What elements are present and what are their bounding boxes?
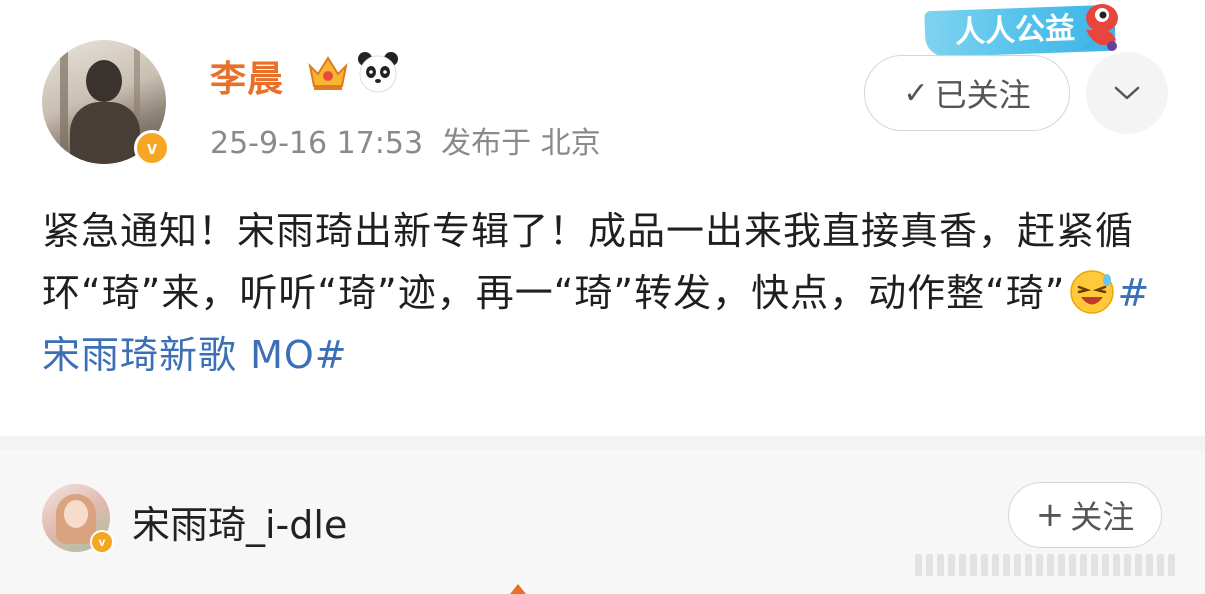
post-text: 紧急通知！宋雨琦出新专辑了！成品一出来我直接真香，赶紧循环“琦”来，听听“琦”迹… <box>42 209 1135 315</box>
follow-button[interactable]: + 关注 <box>1008 482 1162 548</box>
following-button-label: 已关注 <box>934 76 1031 114</box>
plus-icon: + <box>1035 495 1065 535</box>
chevron-down-icon <box>1114 86 1140 100</box>
repost-author-name[interactable]: 宋雨琦_i-dle <box>132 494 347 549</box>
following-button[interactable]: ✓ 已关注 <box>864 55 1070 131</box>
follow-button-label: 关注 <box>1070 498 1135 536</box>
crown-icon <box>308 56 348 90</box>
post-timestamp: 25-9-16 17:53 <box>210 126 424 161</box>
scroll-indicator <box>915 548 1195 582</box>
verified-badge-icon: v <box>134 130 170 166</box>
panda-icon <box>358 52 398 93</box>
arrow-up-icon <box>510 584 526 594</box>
post-location: 发布于 北京 <box>441 126 601 161</box>
post-content: 紧急通知！宋雨琦出新专辑了！成品一出来我直接真香，赶紧循环“琦”来，听听“琦”迹… <box>42 200 1162 386</box>
repost-verified-badge-icon: v <box>90 530 114 554</box>
laugh-emoji-icon <box>1069 270 1114 314</box>
post-meta: 25-9-16 17:53 发布于 北京 <box>210 118 619 162</box>
weibo-post: v 李晨 25-9-16 17:53 发布于 北京 人人公益 ✓ 已关注 紧急通… <box>0 0 1205 436</box>
section-divider <box>0 436 1205 450</box>
author-name[interactable]: 李晨 <box>210 50 284 102</box>
more-options-button[interactable] <box>1086 52 1168 134</box>
fish-mascot-icon <box>1080 4 1118 51</box>
check-icon: ✓ <box>903 75 929 111</box>
